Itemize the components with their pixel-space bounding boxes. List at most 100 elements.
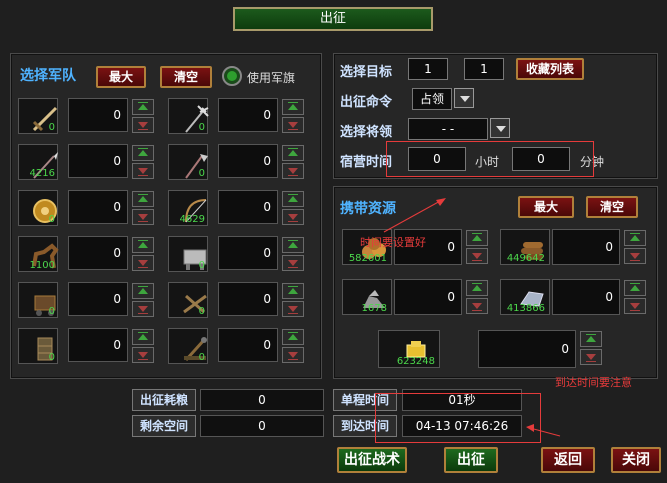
increase-icon[interactable] <box>132 191 154 207</box>
general-dropdown-icon[interactable] <box>490 118 510 138</box>
decrease-icon[interactable] <box>282 255 304 271</box>
resource-slot[interactable]: 449642 <box>500 229 550 265</box>
unit-slot[interactable]: 0 <box>18 328 58 364</box>
use-flag-toggle[interactable] <box>222 66 242 86</box>
resource-slot[interactable]: 413866 <box>500 279 550 315</box>
army-clear-button[interactable]: 清空 <box>160 66 212 88</box>
unit-slot[interactable]: 0 <box>168 98 209 134</box>
increase-icon[interactable] <box>282 99 304 115</box>
decrease-icon[interactable] <box>132 301 154 317</box>
arrival-note-arrow <box>526 424 561 437</box>
unit-slot[interactable]: 4216 <box>18 144 58 180</box>
increase-icon[interactable] <box>132 237 154 253</box>
decrease-icon[interactable] <box>132 163 154 179</box>
target-y-input[interactable]: 1 <box>464 58 504 80</box>
unit-quantity-input[interactable]: 0 <box>68 236 128 270</box>
increase-icon[interactable] <box>282 191 304 207</box>
command-select[interactable]: 占领 <box>412 88 452 110</box>
decrease-icon[interactable] <box>132 209 154 225</box>
hours-unit: 小时 <box>475 155 500 169</box>
decrease-icon[interactable] <box>282 347 304 363</box>
unit-slot[interactable]: 1100 <box>18 236 59 272</box>
decrease-icon[interactable] <box>132 347 154 363</box>
army-max-button[interactable]: 最大 <box>96 66 146 88</box>
increase-icon[interactable] <box>624 280 646 296</box>
march-button[interactable]: 出征 <box>444 447 498 473</box>
unit-quantity-input[interactable]: 0 <box>68 328 128 362</box>
unit-quantity-input[interactable]: 0 <box>68 282 128 316</box>
resources-clear-button[interactable]: 清空 <box>586 196 638 218</box>
increase-icon[interactable] <box>282 237 304 253</box>
increase-icon[interactable] <box>282 283 304 299</box>
resource-count: 582601 <box>348 253 387 264</box>
increase-icon[interactable] <box>132 99 154 115</box>
tactics-button[interactable]: 出征战术 <box>337 447 407 473</box>
unit-count: 4216 <box>29 168 55 179</box>
increase-icon[interactable] <box>466 280 488 296</box>
single-trip-value: 01秒 <box>402 389 522 411</box>
back-button[interactable]: 返回 <box>541 447 595 473</box>
unit-count: 0 <box>198 260 205 271</box>
unit-quantity-input[interactable]: 0 <box>68 144 128 178</box>
increase-icon[interactable] <box>132 145 154 161</box>
resources-max-button[interactable]: 最大 <box>518 196 574 218</box>
close-button[interactable]: 关闭 <box>611 447 661 473</box>
increase-icon[interactable] <box>132 283 154 299</box>
army-title: 选择军队 <box>20 68 76 84</box>
decrease-icon[interactable] <box>282 117 304 133</box>
increase-icon[interactable] <box>282 329 304 345</box>
resource-slot[interactable]: 623248 <box>378 330 440 368</box>
unit-quantity-input[interactable]: 0 <box>68 190 128 224</box>
unit-count: 0 <box>198 168 205 179</box>
unit-slot[interactable]: 4629 <box>168 190 208 226</box>
increase-icon[interactable] <box>580 331 602 347</box>
unit-slot[interactable]: 0 <box>168 328 208 364</box>
arrival-label: 到达时间 <box>333 415 397 437</box>
favorites-button[interactable]: 收藏列表 <box>516 58 584 80</box>
unit-slot[interactable]: 0 <box>18 190 58 226</box>
resource-quantity-input[interactable]: 0 <box>552 279 620 315</box>
command-dropdown-icon[interactable] <box>454 88 474 108</box>
camp-time-note: 时间要设置好 <box>360 236 426 249</box>
unit-slot[interactable]: 0 <box>18 282 58 318</box>
increase-icon[interactable] <box>466 230 488 246</box>
resource-quantity-input[interactable]: 0 <box>394 279 462 315</box>
unit-slot[interactable]: 0 <box>168 236 208 272</box>
resource-quantity-input[interactable]: 0 <box>552 229 620 265</box>
target-x-input[interactable]: 1 <box>408 58 448 80</box>
camp-minutes-input[interactable]: 0 <box>512 147 570 171</box>
unit-slot[interactable]: 0 <box>18 98 58 134</box>
camp-hours-input[interactable]: 0 <box>408 147 466 171</box>
unit-quantity-input[interactable]: 0 <box>218 190 278 224</box>
space-value: 0 <box>200 415 324 437</box>
unit-count: 0 <box>48 214 55 225</box>
unit-count: 0 <box>48 306 55 317</box>
decrease-icon[interactable] <box>466 248 488 264</box>
decrease-icon[interactable] <box>624 298 646 314</box>
unit-quantity-input[interactable]: 0 <box>218 236 278 270</box>
resource-quantity-input[interactable]: 0 <box>478 330 576 368</box>
increase-icon[interactable] <box>132 329 154 345</box>
unit-quantity-input[interactable]: 0 <box>218 144 278 178</box>
increase-icon[interactable] <box>624 230 646 246</box>
unit-slot[interactable]: 0 <box>168 144 208 180</box>
unit-quantity-input[interactable]: 0 <box>218 328 278 362</box>
decrease-icon[interactable] <box>282 163 304 179</box>
decrease-icon[interactable] <box>132 117 154 133</box>
decrease-icon[interactable] <box>466 298 488 314</box>
unit-quantity-input[interactable]: 0 <box>218 282 278 316</box>
unit-quantity-input[interactable]: 0 <box>68 98 128 132</box>
unit-quantity-input[interactable]: 0 <box>218 98 278 132</box>
unit-count: 0 <box>198 306 205 317</box>
decrease-icon[interactable] <box>282 301 304 317</box>
increase-icon[interactable] <box>282 145 304 161</box>
general-select[interactable]: - - <box>408 118 488 140</box>
decrease-icon[interactable] <box>282 209 304 225</box>
decrease-icon[interactable] <box>624 248 646 264</box>
single-trip-label: 单程时间 <box>333 389 397 411</box>
unit-slot[interactable]: 0 <box>168 282 208 318</box>
decrease-icon[interactable] <box>132 255 154 271</box>
unit-count: 4629 <box>179 214 205 225</box>
decrease-icon[interactable] <box>580 349 602 365</box>
resource-slot[interactable]: 1678 <box>342 279 392 315</box>
